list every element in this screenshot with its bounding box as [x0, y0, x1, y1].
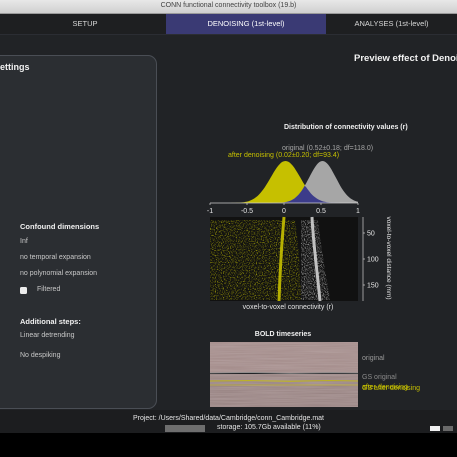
layout-toggle-dark[interactable]	[443, 426, 453, 431]
x-tick-label: 0	[282, 208, 286, 215]
gs-denoised-trace	[209, 380, 359, 382]
filtered-label: Filtered	[37, 286, 61, 293]
scatter-ylabel: voxel-to-voxel distance (mm)	[385, 216, 392, 299]
window-title: CONN functional connectivity toolbox (19…	[160, 2, 297, 9]
polynomial-expansion-select[interactable]: no polynomial expansion	[20, 270, 97, 277]
y-tick-label: 100	[367, 257, 379, 264]
detrending-select[interactable]: Linear detrending	[20, 332, 75, 339]
x-tick-label: -1	[207, 208, 213, 215]
tab-analyses[interactable]: ANALYSES (1st-level)	[326, 14, 457, 34]
window-footer	[0, 433, 457, 457]
storage-info: storage: 105.7Gb available (11%)	[217, 424, 321, 431]
temporal-expansion-select[interactable]: no temporal expansion	[20, 254, 91, 261]
tab-bar: SETUP DENOISING (1st-level) ANALYSES (1s…	[0, 14, 457, 35]
gs-label-denoised: GS after denoising	[362, 385, 420, 392]
filtered-checkbox[interactable]	[20, 287, 27, 294]
x-tick-label: 1	[356, 208, 360, 215]
scatter-xlabel: voxel-to-voxel connectivity (r)	[243, 304, 334, 311]
y-tick-label: 50	[367, 231, 375, 238]
additional-steps-header: Additional steps:	[20, 317, 81, 326]
bold-title: BOLD timeseries	[255, 331, 312, 338]
storage-bar	[165, 425, 205, 432]
tab-setup[interactable]: SETUP	[0, 14, 170, 34]
legend-original: original (0.52±0.18; df=118.0)	[282, 145, 373, 152]
y-axis-ticks: 50 100 150	[363, 231, 379, 290]
x-tick-label: -0.5	[241, 208, 253, 215]
scatter-denoised	[210, 220, 301, 300]
gs-label-original: GS original	[362, 374, 397, 381]
main-area: ettings Confound dimensions Inf no tempo…	[0, 35, 457, 410]
gs-traces: GS original GS after denoising	[209, 372, 420, 392]
settings-title: ettings	[0, 62, 30, 72]
y-tick-label: 150	[367, 283, 379, 290]
status-bar: Project: /Users/Shared/data/Cambridge/co…	[0, 410, 457, 433]
preview-chart: Distribution of connectivity values (r) …	[207, 124, 408, 407]
x-axis-ticks: -1 -0.5 0 0.5 1	[207, 203, 360, 215]
confound-dimensions-header: Confound dimensions	[20, 222, 100, 231]
window-titlebar: CONN functional connectivity toolbox (19…	[0, 0, 457, 14]
legend-after-denoising: after denoising (0.02±0.20; df=93.4)	[228, 152, 339, 159]
distribution-title: Distribution of connectivity values (r)	[284, 124, 408, 131]
bold-label-original: original	[362, 355, 385, 362]
project-path: Project: /Users/Shared/data/Cambridge/co…	[132, 415, 325, 422]
despiking-select[interactable]: No despiking	[20, 352, 60, 359]
x-tick-label: 0.5	[316, 208, 326, 215]
confound-dimensions-value[interactable]: Inf	[20, 238, 28, 245]
gs-original-trace	[209, 372, 359, 374]
distribution-histogram	[210, 161, 358, 203]
layout-toggle-light[interactable]	[430, 426, 440, 431]
tab-denoising[interactable]: DENOISING (1st-level)	[166, 14, 326, 34]
preview-title: Preview effect of Denoising	[354, 53, 457, 64]
